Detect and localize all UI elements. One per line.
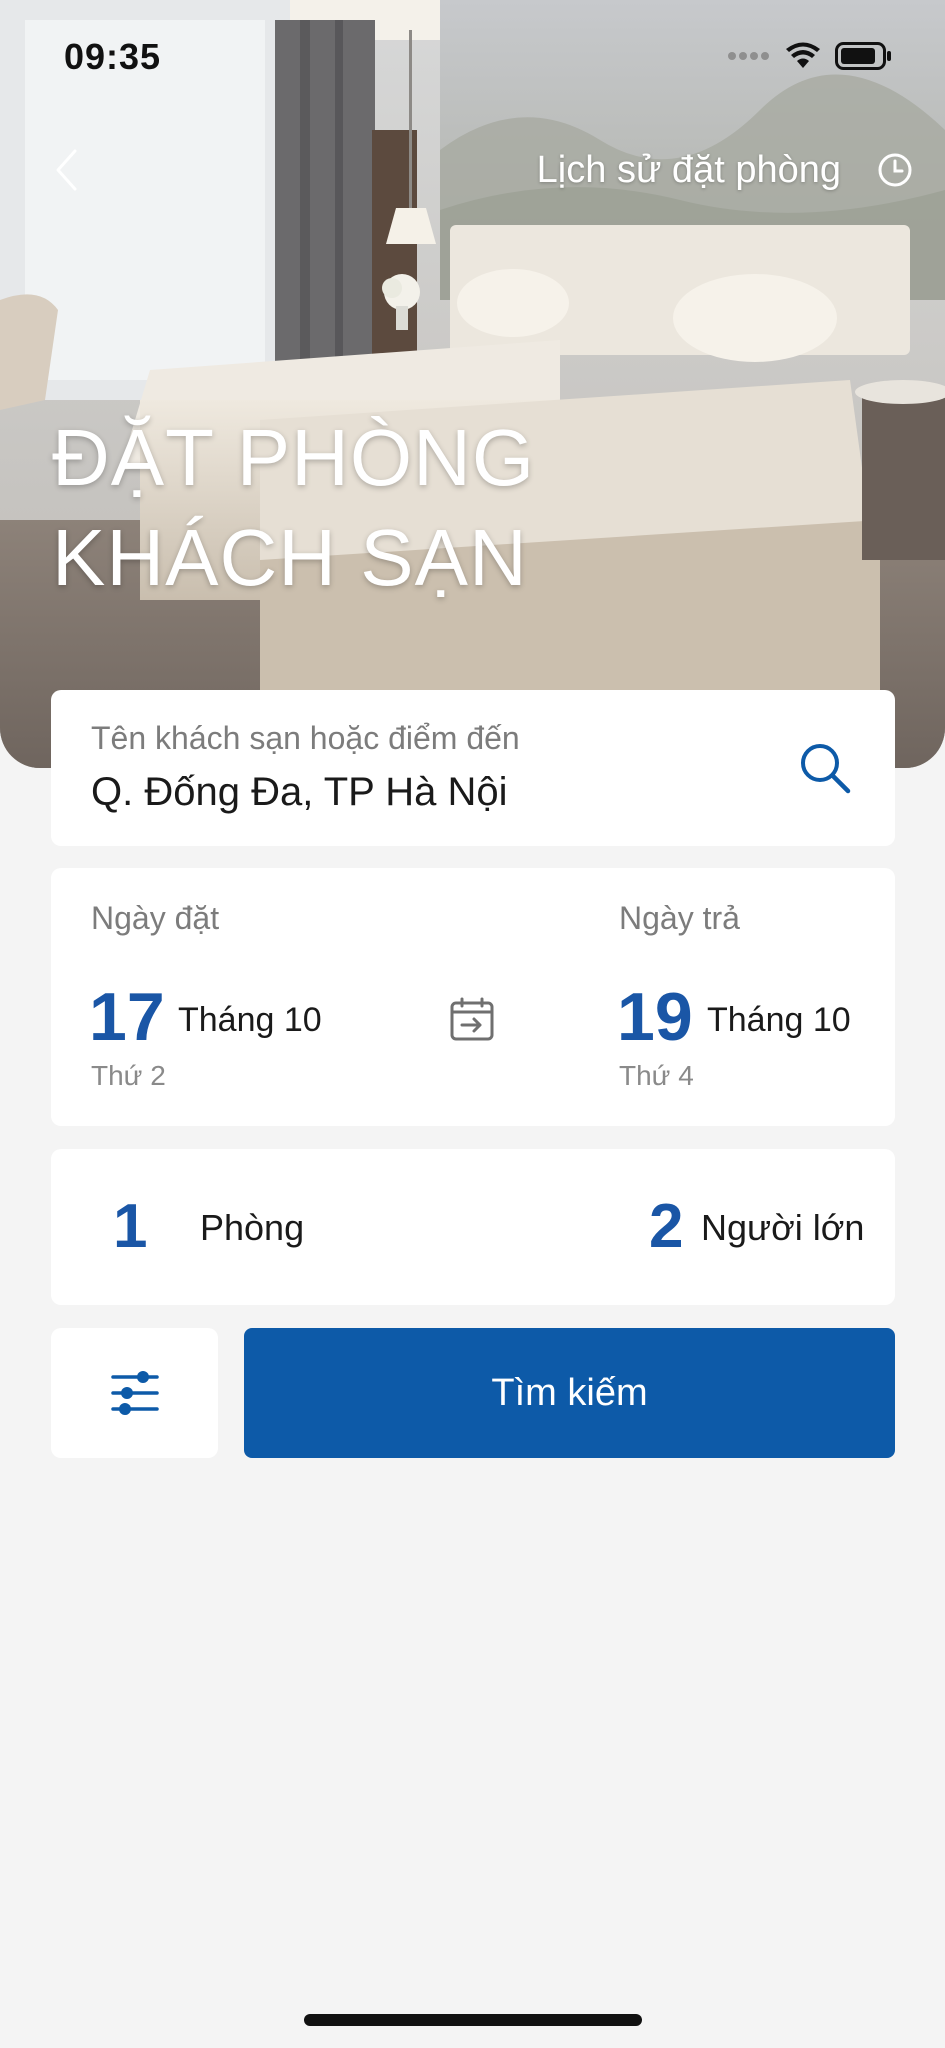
checkout-month: Tháng 10 [707, 1001, 851, 1039]
adults-count: 2 [649, 1192, 684, 1261]
checkout-day: 19 [617, 979, 693, 1055]
checkout-weekday: Thứ 4 [619, 1060, 694, 1091]
checkin-weekday: Thứ 2 [91, 1060, 166, 1091]
destination-value: Q. Đống Đa, TP Hà Nội [91, 770, 508, 814]
hero-background-photo [0, 0, 945, 768]
adults-label: Người lớn [701, 1207, 865, 1248]
page-title-line1: ĐẶT PHÒNG [52, 413, 536, 502]
chevron-left-icon [56, 149, 77, 191]
page-title: ĐẶT PHÒNG KHÁCH SẠN [52, 408, 535, 608]
search-button[interactable]: Tìm kiếm [244, 1328, 895, 1458]
checkin-month: Tháng 10 [178, 1001, 322, 1039]
destination-search-field[interactable]: Tên khách sạn hoặc điểm đến Q. Đống Đa, … [51, 690, 895, 846]
calendar-arrow-icon [450, 997, 494, 1041]
wifi-icon [785, 42, 821, 75]
filter-button[interactable] [51, 1328, 218, 1458]
rooms-label: Phòng [200, 1207, 305, 1248]
rooms-guests-selector[interactable]: 1 Phòng 2 Người lớn [51, 1149, 895, 1305]
checkin-day: 17 [89, 979, 165, 1055]
checkout-label: Ngày trả [619, 900, 740, 936]
booking-history-label: Lịch sử đặt phòng [536, 148, 841, 191]
page-title-line2: KHÁCH SẠN [52, 513, 528, 602]
destination-search-button[interactable] [791, 734, 859, 802]
signal-icon [727, 49, 771, 68]
sliders-icon [110, 1371, 159, 1415]
hotel-room-illustration [0, 0, 945, 768]
status-icons [727, 42, 893, 75]
clock-icon [878, 153, 912, 187]
battery-icon [835, 42, 893, 75]
destination-label: Tên khách sạn hoặc điểm đến [91, 720, 520, 756]
booking-history-link[interactable]: Lịch sử đặt phòng [537, 140, 913, 200]
date-picker-card[interactable]: Ngày đặt 17 Tháng 10 Thứ 2 Ngày trả 19 T… [51, 868, 895, 1126]
rooms-count: 1 [113, 1192, 148, 1261]
hotel-booking-screen: 09:35 Lịch sử đặt phòng ĐẶT PHÒNG KHÁCH … [0, 0, 945, 2048]
home-indicator[interactable] [304, 2014, 642, 2026]
status-time: 09:35 [64, 36, 162, 77]
checkin-label: Ngày đặt [91, 900, 220, 936]
back-button[interactable] [44, 140, 88, 200]
search-icon [801, 744, 851, 794]
